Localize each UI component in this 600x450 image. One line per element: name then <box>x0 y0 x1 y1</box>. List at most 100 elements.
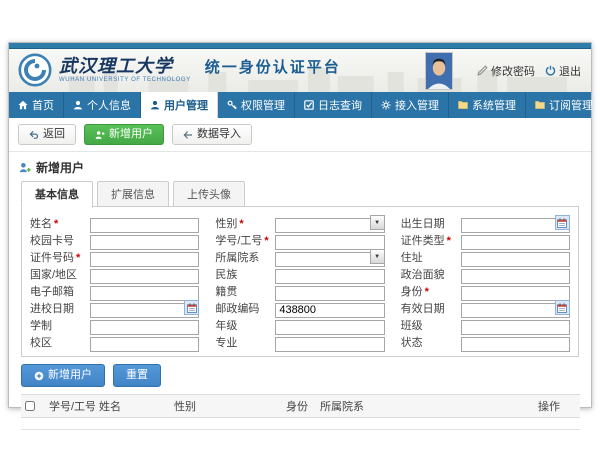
birth-date-input[interactable] <box>461 218 570 233</box>
form-grid: 姓名* 性别* ▼ 出生日期 校园卡号 学号/工号* 证件类型* <box>30 214 570 350</box>
department-select[interactable] <box>275 252 384 267</box>
required-mark: * <box>447 235 451 247</box>
change-password-link[interactable]: 修改密码 <box>477 63 535 79</box>
ethnicity-input[interactable] <box>275 269 384 284</box>
user-area: 修改密码 退出 <box>425 49 581 92</box>
column-header-student-id: 学号/工号 <box>45 395 95 418</box>
required-mark: * <box>239 218 243 230</box>
column-header-gender: 性别 <box>170 395 282 418</box>
field-label: 学号/工号 <box>215 235 262 247</box>
logout-link[interactable]: 退出 <box>545 63 581 79</box>
gender-select[interactable] <box>275 218 384 233</box>
education-system-input[interactable] <box>90 320 199 335</box>
field-label: 校区 <box>30 337 52 349</box>
nav-item-log-query[interactable]: 日志查询 <box>295 92 372 118</box>
form-field: 年级 <box>215 316 384 333</box>
field-label: 班级 <box>401 320 423 332</box>
select-all-checkbox[interactable] <box>25 401 35 411</box>
toolbar: 返回 新增用户 数据导入 <box>9 118 591 152</box>
dropdown-arrow-icon[interactable]: ▼ <box>370 215 385 230</box>
campus-input[interactable] <box>90 337 199 352</box>
reset-button[interactable]: 重置 <box>113 364 161 387</box>
column-header-department: 所属院系 <box>316 395 534 418</box>
name-input[interactable] <box>90 218 199 233</box>
submit-add-user-button[interactable]: 新增用户 <box>21 364 105 387</box>
tab-basic-info[interactable]: 基本信息 <box>21 181 93 208</box>
add-user-toolbar-button[interactable]: 新增用户 <box>84 124 164 145</box>
identity-input[interactable] <box>461 286 570 301</box>
user-avatar[interactable] <box>425 52 453 90</box>
postal-code-input[interactable] <box>275 303 384 318</box>
field-label: 性别 <box>215 218 237 230</box>
university-name: 武汉理工大学 <box>59 57 191 75</box>
form-field: 政治面貌 <box>401 265 570 282</box>
id-type-input[interactable] <box>461 235 570 250</box>
form-field: 有效日期 <box>401 299 570 316</box>
form-field: 证件号码* <box>30 248 199 265</box>
column-header-operation: 操作 <box>534 395 580 418</box>
major-input[interactable] <box>275 337 384 352</box>
address-input[interactable] <box>461 252 570 267</box>
form-field: 民族 <box>215 265 384 282</box>
student-id-input[interactable] <box>275 235 384 250</box>
field-label: 有效日期 <box>401 303 445 315</box>
enroll-date-input[interactable] <box>90 303 199 318</box>
form-field: 状态 <box>401 333 570 350</box>
nav-item-system-management[interactable]: 系统管理 <box>449 92 526 118</box>
calendar-icon[interactable] <box>555 215 570 230</box>
nav-item-user-management[interactable]: 用户管理 <box>141 92 218 118</box>
id-number-input[interactable] <box>90 252 199 267</box>
reset-label: 重置 <box>126 369 148 382</box>
log-check-icon <box>304 100 314 110</box>
nav-item-subscription-management[interactable]: 订阅管理 <box>526 92 600 118</box>
data-import-button[interactable]: 数据导入 <box>172 124 252 145</box>
email-input[interactable] <box>90 286 199 301</box>
nav-item-access-management[interactable]: 接入管理 <box>372 92 449 118</box>
field-label: 邮政编码 <box>215 303 259 315</box>
nav-item-label: 用户管理 <box>164 97 208 113</box>
person-icon <box>73 100 83 110</box>
tab-upload-avatar[interactable]: 上传头像 <box>173 181 245 207</box>
field-label: 证件类型 <box>401 235 445 247</box>
field-label: 年级 <box>215 320 237 332</box>
native-place-input[interactable] <box>275 286 384 301</box>
country-region-input[interactable] <box>90 269 199 284</box>
university-seal-icon <box>18 53 52 87</box>
form-field: 专业 <box>215 333 384 350</box>
calendar-icon[interactable] <box>555 300 570 315</box>
banner: 武汉理工大学 WUHAN UNIVERSITY OF TECHNOLOGY 统一… <box>9 49 591 92</box>
class-input[interactable] <box>461 320 570 335</box>
university-name-en: WUHAN UNIVERSITY OF TECHNOLOGY <box>59 77 191 83</box>
back-arrow-icon <box>29 130 39 140</box>
field-label: 籍贯 <box>215 286 237 298</box>
nav-item-label: 日志查询 <box>318 97 362 113</box>
nav-item-label: 个人信息 <box>87 97 131 113</box>
form-field: 电子邮箱 <box>30 282 199 299</box>
data-import-label: 数据导入 <box>197 128 241 141</box>
section-header: 新增用户 <box>19 159 581 176</box>
submit-add-user-label: 新增用户 <box>48 369 92 382</box>
user-add-icon <box>95 130 105 140</box>
status-input[interactable] <box>461 337 570 352</box>
calendar-icon[interactable] <box>184 300 199 315</box>
form-field: 籍贯 <box>215 282 384 299</box>
field-label: 证件号码 <box>30 252 74 264</box>
form-field: 出生日期 <box>401 214 570 231</box>
table-header-row: 学号/工号 姓名 性别 身份 所属院系 操作 <box>21 395 580 418</box>
grade-input[interactable] <box>275 320 384 335</box>
nav-item-home[interactable]: 首页 <box>9 92 64 118</box>
political-status-input[interactable] <box>461 269 570 284</box>
user-table: 学号/工号 姓名 性别 身份 所属院系 操作 <box>21 394 580 430</box>
campus-card-input[interactable] <box>90 235 199 250</box>
valid-date-input[interactable] <box>461 303 570 318</box>
tab-extended-info[interactable]: 扩展信息 <box>97 181 169 207</box>
dropdown-arrow-icon[interactable]: ▼ <box>370 249 385 264</box>
form-field: 身份* <box>401 282 570 299</box>
add-user-toolbar-label: 新增用户 <box>109 128 153 141</box>
nav-item-label: 订阅管理 <box>549 97 593 113</box>
nav-item-personal-info[interactable]: 个人信息 <box>64 92 141 118</box>
folder-icon <box>535 100 545 110</box>
nav-item-permission-management[interactable]: 权限管理 <box>218 92 295 118</box>
main-navigation: 首页 个人信息 用户管理 权限管理 日志查询 接入管理 系统管理 订阅管理 <box>9 92 591 118</box>
back-button[interactable]: 返回 <box>18 124 76 145</box>
